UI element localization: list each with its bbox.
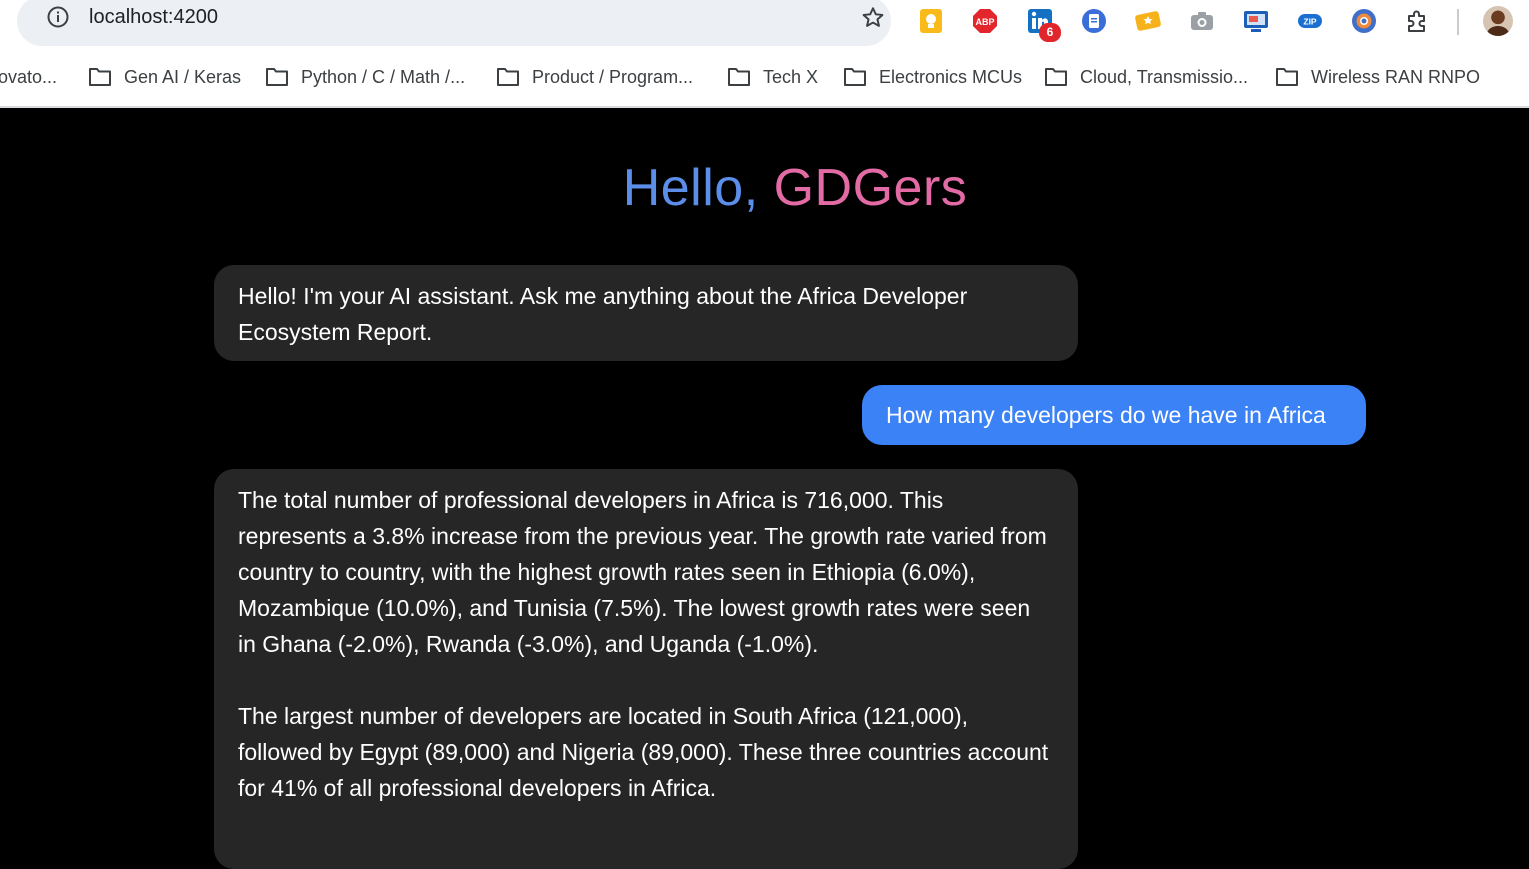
bookmark-folder-cloud[interactable]: Cloud, Transmissio... (1044, 58, 1248, 96)
profile-avatar[interactable] (1483, 6, 1513, 36)
site-info-icon[interactable] (46, 5, 70, 29)
browser-chrome: localhost:4200 ABP 6 ZIP ovato... Gen AI… (0, 0, 1529, 108)
response-paragraph: The largest number of developers are loc… (238, 703, 1049, 801)
folder-icon (266, 68, 288, 86)
url-text[interactable]: localhost:4200 (89, 5, 218, 29)
keep-extension-icon[interactable] (918, 8, 944, 34)
assistant-message-text: Hello! I'm your AI assistant. Ask me any… (238, 283, 968, 345)
svg-text:ABP: ABP (975, 17, 994, 27)
bookmark-folder-python[interactable]: Python / C / Math /... (265, 58, 465, 96)
zip-extension-icon[interactable]: ZIP (1297, 8, 1323, 34)
folder-icon (728, 68, 750, 86)
user-message-text: How many developers do we have in Africa (886, 402, 1326, 428)
notification-badge: 6 (1039, 23, 1061, 42)
bookmark-folder-wireless[interactable]: Wireless RAN RNPO (1275, 58, 1480, 96)
response-paragraph: The total number of professional develop… (238, 487, 1047, 657)
folder-icon (844, 68, 866, 86)
user-message: How many developers do we have in Africa (862, 385, 1366, 445)
bookmark-folder-electronics[interactable]: Electronics MCUs (843, 58, 1022, 96)
docs-extension-icon[interactable] (1081, 8, 1107, 34)
extensions-puzzle-icon[interactable] (1405, 8, 1431, 34)
bookmark-folder-tech-x[interactable]: Tech X (727, 58, 818, 96)
bookmark-folder-product[interactable]: Product / Program... (496, 58, 693, 96)
bookmark-item[interactable]: ovato... (0, 58, 57, 96)
folder-icon (1045, 68, 1067, 86)
greeting-name: GDGers (773, 159, 968, 217)
address-bar[interactable]: localhost:4200 (17, 0, 891, 46)
greeting-hello: Hello, (622, 159, 759, 217)
bookmark-star-icon[interactable] (860, 5, 886, 31)
chromium-extension-icon[interactable] (1351, 8, 1377, 34)
screen-extension-icon[interactable] (1243, 8, 1269, 34)
svg-text:ZIP: ZIP (1303, 17, 1317, 27)
folder-icon (497, 68, 519, 86)
assistant-response: The total number of professional develop… (214, 469, 1078, 869)
folder-icon (1276, 68, 1298, 86)
adblock-plus-icon[interactable]: ABP (972, 8, 998, 34)
assistant-message: Hello! I'm your AI assistant. Ask me any… (214, 265, 1078, 361)
greeting-title: Hello, GDGers (0, 158, 1529, 218)
chat-app: Hello, GDGers Hello! I'm your AI assista… (0, 108, 1529, 869)
bookmark-folder-gen-ai[interactable]: Gen AI / Keras (88, 58, 241, 96)
folder-icon (89, 68, 111, 86)
camera-extension-icon[interactable] (1189, 8, 1215, 34)
toolbar-separator (1457, 9, 1459, 35)
ticket-extension-icon[interactable] (1135, 8, 1161, 34)
bookmarks-bar: ovato... Gen AI / Keras Python / C / Mat… (0, 58, 1529, 96)
